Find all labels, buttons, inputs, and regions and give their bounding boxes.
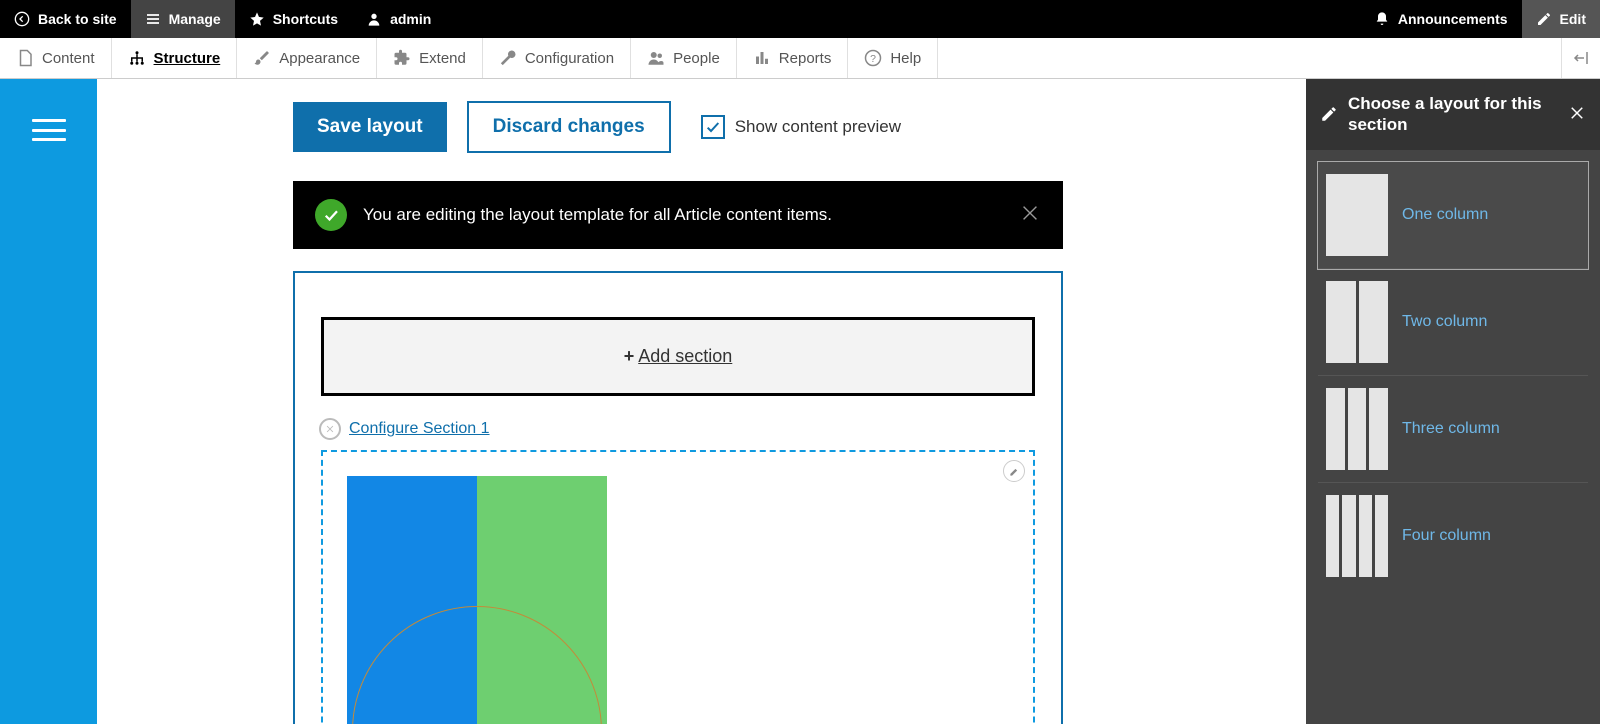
admin-tabs: Content Structure Appearance Extend Conf… bbox=[0, 38, 1600, 79]
one-column-thumb-icon bbox=[1326, 174, 1388, 256]
layout-option-three-column[interactable]: Three column bbox=[1318, 376, 1588, 483]
x-icon bbox=[325, 424, 335, 434]
people-icon bbox=[647, 49, 665, 67]
add-section-label: Add section bbox=[638, 346, 732, 366]
tab-content-label: Content bbox=[42, 50, 95, 67]
tab-structure-label: Structure bbox=[154, 50, 221, 67]
four-column-thumb-icon bbox=[1326, 495, 1388, 577]
file-icon bbox=[16, 49, 34, 67]
svg-text:?: ? bbox=[870, 53, 876, 65]
tab-people-label: People bbox=[673, 50, 720, 67]
admin-toolbar: Back to site Manage Shortcuts admin Anno… bbox=[0, 0, 1600, 38]
layout-option-label: Four column bbox=[1402, 527, 1491, 545]
save-layout-button[interactable]: Save layout bbox=[293, 102, 447, 152]
content-preview-label: Show content preview bbox=[735, 117, 901, 137]
puzzle-icon bbox=[393, 49, 411, 67]
manage-link[interactable]: Manage bbox=[131, 0, 235, 38]
pencil-icon bbox=[1320, 105, 1338, 123]
user-icon bbox=[366, 11, 382, 27]
back-arrow-icon bbox=[14, 11, 30, 27]
close-icon bbox=[1568, 104, 1586, 122]
tab-extend[interactable]: Extend bbox=[377, 38, 483, 78]
edit-link[interactable]: Edit bbox=[1522, 0, 1600, 38]
close-icon bbox=[1019, 202, 1041, 224]
tab-appearance-label: Appearance bbox=[279, 50, 360, 67]
tab-extend-label: Extend bbox=[419, 50, 466, 67]
three-column-thumb-icon bbox=[1326, 388, 1388, 470]
offcanvas-close-button[interactable] bbox=[1568, 104, 1586, 125]
remove-section-button[interactable] bbox=[319, 418, 341, 440]
content-preview-checkbox[interactable] bbox=[701, 115, 725, 139]
tab-content[interactable]: Content bbox=[0, 38, 112, 78]
notice-text: You are editing the layout template for … bbox=[363, 205, 832, 225]
announcements-label: Announcements bbox=[1398, 11, 1508, 27]
collapse-tray-button[interactable] bbox=[1561, 38, 1600, 78]
layout-canvas: +Add section Configure Section 1 bbox=[293, 271, 1063, 724]
wrench-icon bbox=[499, 49, 517, 67]
plus-icon: + bbox=[624, 346, 635, 366]
layout-option-one-column[interactable]: One column bbox=[1318, 162, 1588, 269]
tab-configuration[interactable]: Configuration bbox=[483, 38, 631, 78]
layout-option-two-column[interactable]: Two column bbox=[1318, 269, 1588, 376]
tab-reports[interactable]: Reports bbox=[737, 38, 849, 78]
tab-people[interactable]: People bbox=[631, 38, 737, 78]
status-notice: You are editing the layout template for … bbox=[293, 181, 1063, 249]
brush-icon bbox=[253, 49, 271, 67]
tab-help-label: Help bbox=[890, 50, 921, 67]
layout-option-label: Two column bbox=[1402, 313, 1487, 331]
announcements-link[interactable]: Announcements bbox=[1360, 0, 1522, 38]
tab-help[interactable]: ? Help bbox=[848, 38, 938, 78]
layout-option-four-column[interactable]: Four column bbox=[1318, 483, 1588, 589]
user-link[interactable]: admin bbox=[352, 0, 445, 38]
layout-option-label: One column bbox=[1402, 206, 1488, 224]
back-to-site-label: Back to site bbox=[38, 11, 117, 27]
layout-option-label: Three column bbox=[1402, 420, 1500, 438]
shortcuts-label: Shortcuts bbox=[273, 11, 338, 27]
site-left-rail bbox=[0, 79, 97, 724]
shortcuts-link[interactable]: Shortcuts bbox=[235, 0, 352, 38]
edit-block-button[interactable] bbox=[1003, 460, 1025, 482]
check-icon bbox=[705, 119, 721, 135]
add-section-button[interactable]: +Add section bbox=[321, 317, 1035, 396]
collapse-icon bbox=[1572, 49, 1590, 67]
hamburger-icon bbox=[145, 11, 161, 27]
bell-icon bbox=[1374, 11, 1390, 27]
tab-configuration-label: Configuration bbox=[525, 50, 614, 67]
back-to-site-link[interactable]: Back to site bbox=[0, 0, 131, 38]
pencil-icon bbox=[1009, 466, 1020, 477]
bar-chart-icon bbox=[753, 49, 771, 67]
layout-chooser-panel: Choose a layout for this section One col… bbox=[1306, 79, 1600, 724]
help-icon: ? bbox=[864, 49, 882, 67]
tab-reports-label: Reports bbox=[779, 50, 832, 67]
menu-toggle-button[interactable] bbox=[32, 119, 66, 141]
layout-region[interactable] bbox=[321, 450, 1035, 724]
tab-structure[interactable]: Structure bbox=[112, 38, 238, 78]
configure-section-link[interactable]: Configure Section 1 bbox=[349, 420, 490, 438]
pencil-icon bbox=[1536, 11, 1552, 27]
edit-label: Edit bbox=[1560, 11, 1586, 27]
notice-close-button[interactable] bbox=[1019, 202, 1041, 229]
structure-icon bbox=[128, 49, 146, 67]
two-column-thumb-icon bbox=[1326, 281, 1388, 363]
tab-appearance[interactable]: Appearance bbox=[237, 38, 377, 78]
star-icon bbox=[249, 11, 265, 27]
placeholder-image bbox=[347, 476, 607, 724]
success-icon bbox=[315, 199, 347, 231]
offcanvas-title: Choose a layout for this section bbox=[1348, 93, 1558, 136]
discard-changes-button[interactable]: Discard changes bbox=[467, 101, 671, 153]
manage-label: Manage bbox=[169, 11, 221, 27]
user-label: admin bbox=[390, 11, 431, 27]
